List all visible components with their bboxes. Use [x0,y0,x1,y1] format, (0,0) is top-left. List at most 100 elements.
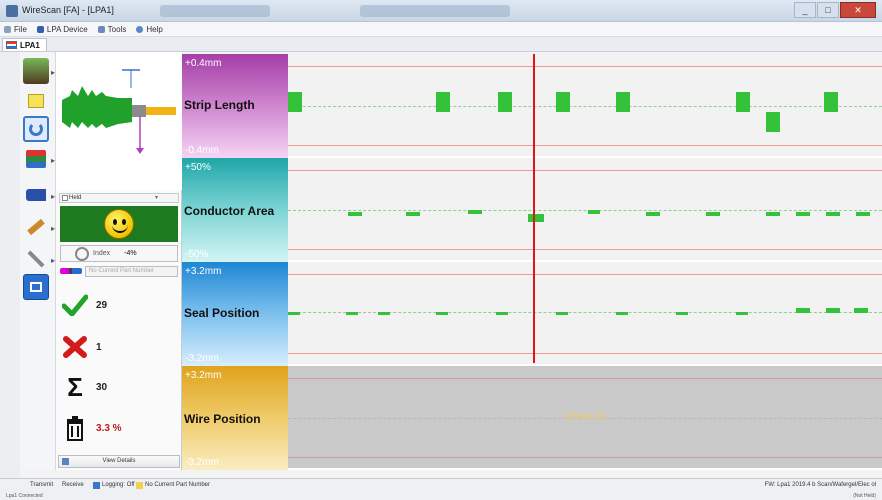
help-icon [136,25,144,33]
maximize-button[interactable]: □ [817,2,839,18]
plot-conductor-area [288,158,882,262]
note-icon[interactable] [23,88,49,114]
measurement-point [556,92,570,112]
export-shape [30,282,42,292]
held-selector[interactable]: Held ▾ [59,193,179,203]
wrench-icon[interactable]: ▸ [23,246,55,272]
index-label: Index [93,250,111,257]
file-icon [4,25,11,33]
measurement-point [496,312,508,315]
terminal-diagram [56,52,182,190]
menu-tools[interactable]: Tools [97,25,126,34]
view-details-label: View Details [102,458,136,464]
upper-limit-line [288,274,882,275]
menu-bar: File LPA Device Tools Help [0,22,882,37]
plot-wire-position: DISABLED [288,366,882,470]
view-details-button[interactable]: View Details [58,455,180,468]
status-part-number: No Current Part Number [136,482,210,489]
scrap-percent: 3.3 % [96,422,122,434]
title-blur [160,5,270,17]
x-mark-icon [63,336,87,358]
part-number-field[interactable]: No Current Part Number [85,265,178,277]
smiley-icon [104,209,134,239]
total-count: 30 [96,381,108,393]
lower-limit-line [288,249,882,250]
crimp-tool-icon[interactable]: ▸ [23,58,55,84]
tab-strip: LPA1 [0,37,882,52]
close-button[interactable]: ✕ [840,2,876,18]
held-checkbox[interactable] [62,195,68,201]
plot-strip-length [288,54,882,158]
time-cursor[interactable] [533,54,535,363]
menu-help[interactable]: Help [136,24,163,34]
total-count-row: Σ 30 [62,374,108,400]
tab-lpa1[interactable]: LPA1 [2,38,47,51]
measurement-point [436,92,450,112]
left-margin [0,52,20,478]
measurement-point [378,312,390,315]
channel-label-seal-position: +3.2mm Seal Position -3.2mm [182,262,288,366]
connection-status: Lpa1 Connected [6,493,43,499]
details-icon [62,458,69,465]
measurement-point [856,212,870,216]
refresh-icon[interactable] [23,116,49,142]
part-number-row: No Current Part Number [60,265,178,277]
status-bar: Transmit Receive Logging: Off No Current… [0,478,882,500]
left-toolbar: ▸ ▸ ▸ ▸ ▸ [20,52,56,470]
terminal-graphic [62,69,176,154]
channel-name: Conductor Area [184,204,275,218]
broom-icon[interactable]: ▸ [23,214,55,240]
status-indicator [60,206,178,242]
gauge-icon [75,246,89,261]
bad-count: 1 [96,341,102,353]
wrench-shape [27,250,45,268]
upper-limit-line [288,170,882,171]
lower-limit-line [288,145,882,146]
menu-lpa-device[interactable]: LPA Device [36,24,88,34]
channel-label-conductor-area: +50% Conductor Area -50% [182,158,288,262]
info-panel: Held ▾ Index -4% No Current Part Number … [56,52,182,470]
lower-limit-label: -0.4mm [185,145,219,156]
tab-label: LPA1 [20,40,40,50]
connector-shape [26,189,46,201]
app-icon [6,5,18,17]
measurement-point [736,92,750,112]
measurement-point [498,92,512,112]
measurement-point [826,308,840,313]
lower-limit-label: -50% [185,249,209,260]
strip-arrow [136,148,144,154]
upper-limit-label: +0.4mm [185,58,222,69]
books-icon[interactable]: ▸ [23,146,55,172]
device-icon [36,25,44,33]
index-value: -4% [124,250,137,257]
smiley-mouth [112,224,128,233]
books-shape [26,150,46,168]
measurement-point [706,212,720,216]
refresh-shape [29,122,43,136]
channel-name: Strip Length [184,98,255,112]
held-label: Held [69,195,82,201]
lower-limit-line [288,457,882,458]
export-icon[interactable] [23,274,49,300]
connector-icon[interactable]: ▸ [23,182,55,208]
plot-seal-position [288,262,882,366]
measurement-point [436,312,448,315]
part-icon [136,482,143,489]
channel-label-strip-length: +0.4mm Strip Length -0.4mm [182,54,288,158]
lower-limit-label: -3.2mm [185,353,219,364]
upper-limit-line [288,66,882,67]
menu-label: LPA Device [46,24,88,34]
good-count: 29 [96,299,108,311]
nominal-line [288,106,882,107]
minimize-button[interactable]: _ [794,2,816,18]
menu-file[interactable]: File [4,25,27,34]
measurement-point [528,214,544,222]
measurement-point [406,212,420,216]
logging-text: Logging: Off [102,482,135,488]
measurement-point [824,92,838,112]
bad-count-row: 1 [62,335,102,359]
trash-icon [67,416,83,441]
menu-label: Help [146,24,163,34]
index-field: Index -4% [60,245,178,262]
measurement-point [646,212,660,216]
